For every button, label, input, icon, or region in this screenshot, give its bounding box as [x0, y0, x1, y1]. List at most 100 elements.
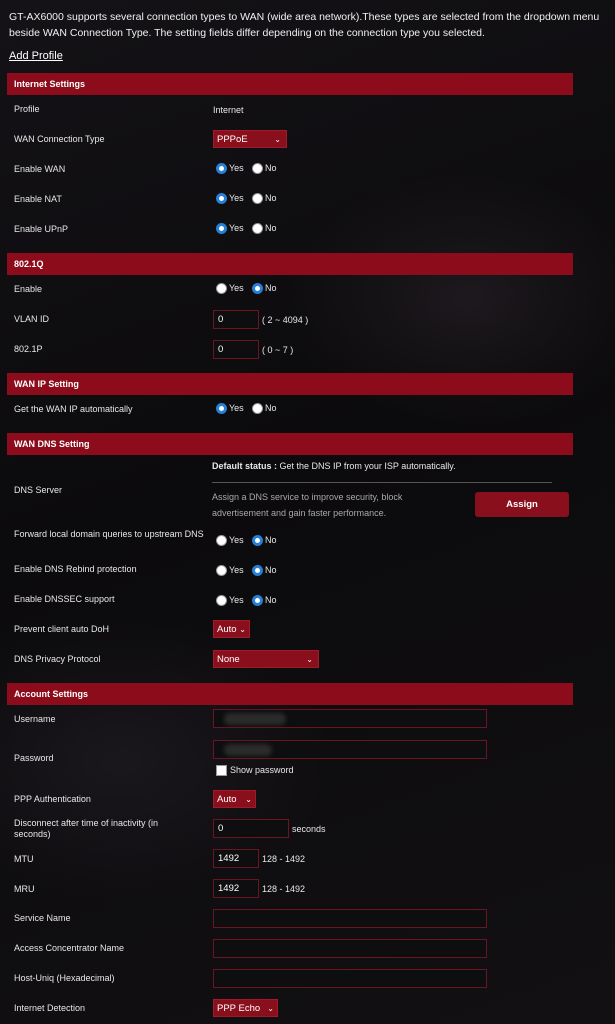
wan-ip-auto-no[interactable]: No	[252, 403, 277, 415]
mtu-hint: 128 - 1492	[262, 854, 306, 864]
radio-unselected-icon	[216, 535, 227, 547]
wan-type-value: PPPoE	[217, 134, 248, 145]
enable-nat-no[interactable]: No	[252, 193, 277, 205]
8021q-enable-no[interactable]: No	[252, 283, 277, 295]
wan-type-select[interactable]: PPPoE ⌄	[213, 130, 287, 148]
radio-unselected-icon	[216, 283, 227, 295]
access-concentrator-input[interactable]	[213, 939, 487, 958]
vlan-id-hint: ( 2 ~ 4094 )	[262, 315, 309, 325]
wan-ip-auto-yes[interactable]: Yes	[216, 403, 244, 415]
prevent-doh-value: Auto	[217, 624, 237, 635]
enable-upnp-no[interactable]: No	[252, 223, 277, 235]
idle-disconnect-label: Disconnect after time of inactivity (in …	[14, 818, 159, 839]
8021p-hint: ( 0 ~ 7 )	[262, 345, 294, 355]
radio-selected-icon	[216, 403, 227, 415]
enable-nat-label: Enable NAT	[14, 194, 62, 204]
radio-unselected-icon	[252, 403, 263, 415]
8021p-label: 802.1P	[14, 344, 43, 354]
chevron-down-icon: ⌄	[274, 135, 281, 144]
enable-upnp-label: Enable UPnP	[14, 224, 69, 234]
section-8021q: 802.1Q	[7, 253, 573, 275]
radio-unselected-icon	[216, 565, 227, 577]
dns-server-label: DNS Server	[14, 485, 63, 495]
dns-assign-description: Assign a DNS service to improve security…	[212, 492, 403, 518]
ppp-auth-select[interactable]: Auto ⌄	[213, 790, 256, 808]
divider	[212, 482, 552, 483]
radio-selected-icon	[252, 283, 263, 295]
mru-input[interactable]: 1492	[213, 879, 259, 898]
host-uniq-input[interactable]	[213, 969, 487, 988]
username-input[interactable]	[213, 709, 487, 728]
forward-local-domain-no[interactable]: No	[252, 535, 277, 547]
internet-detection-select[interactable]: PPP Echo ⌄	[213, 999, 278, 1017]
dns-privacy-value: None	[217, 654, 240, 665]
radio-selected-icon	[216, 193, 227, 205]
dnssec-label: Enable DNSSEC support	[14, 594, 115, 604]
radio-unselected-icon	[252, 193, 263, 205]
assign-button[interactable]: Assign	[475, 492, 569, 517]
ppp-auth-value: Auto	[217, 794, 237, 805]
section-account-settings: Account Settings	[7, 683, 573, 705]
dns-default-status: Default status : Get the DNS IP from you…	[212, 461, 456, 471]
access-concentrator-label: Access Concentrator Name	[14, 943, 125, 953]
enable-nat-yes[interactable]: Yes	[216, 193, 244, 205]
host-uniq-label: Host-Uniq (Hexadecimal)	[14, 973, 115, 983]
dnssec-yes[interactable]: Yes	[216, 595, 244, 607]
dns-privacy-label: DNS Privacy Protocol	[14, 654, 101, 664]
idle-disconnect-input[interactable]: 0	[213, 819, 289, 838]
wan-type-label: WAN Connection Type	[14, 134, 105, 144]
redacted-username	[224, 713, 286, 725]
profile-label: Profile	[14, 104, 40, 114]
username-label: Username	[14, 714, 56, 724]
section-internet-settings: Internet Settings	[7, 73, 573, 95]
radio-selected-icon	[216, 223, 227, 235]
enable-upnp-yes[interactable]: Yes	[216, 223, 244, 235]
idle-disconnect-unit: seconds	[292, 824, 326, 834]
password-label: Password	[14, 753, 54, 763]
prevent-doh-select[interactable]: Auto ⌄	[213, 620, 250, 638]
internet-detection-label: Internet Detection	[14, 1003, 86, 1013]
radio-unselected-icon	[252, 163, 263, 175]
dns-rebind-yes[interactable]: Yes	[216, 565, 244, 577]
mtu-input[interactable]: 1492	[213, 849, 259, 868]
service-name-label: Service Name	[14, 913, 71, 923]
vlan-id-label: VLAN ID	[14, 314, 50, 324]
add-profile-link[interactable]: Add Profile	[9, 50, 63, 62]
8021p-input[interactable]: 0	[213, 340, 259, 359]
chevron-down-icon: ⌄	[306, 655, 313, 664]
radio-selected-icon	[216, 163, 227, 175]
radio-unselected-icon	[252, 223, 263, 235]
mru-label: MRU	[14, 884, 35, 894]
mtu-label: MTU	[14, 854, 34, 864]
dnssec-no[interactable]: No	[252, 595, 277, 607]
enable-wan-no[interactable]: No	[252, 163, 277, 175]
radio-unselected-icon	[216, 595, 227, 607]
dns-rebind-no[interactable]: No	[252, 565, 277, 577]
forward-local-domain-label: Forward local domain queries to upstream…	[14, 529, 204, 539]
service-name-input[interactable]	[213, 909, 487, 928]
mru-hint: 128 - 1492	[262, 884, 306, 894]
intro-text: GT-AX6000 supports several connection ty…	[9, 11, 600, 39]
internet-detection-value: PPP Echo	[217, 1003, 261, 1014]
ppp-auth-label: PPP Authentication	[14, 794, 91, 804]
wan-ip-auto-label: Get the WAN IP automatically	[14, 404, 133, 414]
dns-privacy-select[interactable]: None ⌄	[213, 650, 319, 668]
radio-selected-icon	[252, 535, 263, 547]
chevron-down-icon: ⌄	[267, 1004, 274, 1013]
show-password-checkbox[interactable]: Show password	[216, 765, 294, 777]
forward-local-domain-yes[interactable]: Yes	[216, 535, 244, 547]
chevron-down-icon: ⌄	[245, 795, 252, 804]
dns-rebind-label: Enable DNS Rebind protection	[14, 564, 137, 574]
enable-wan-label: Enable WAN	[14, 164, 66, 174]
enable-wan-yes[interactable]: Yes	[216, 163, 244, 175]
8021q-enable-label: Enable	[14, 284, 43, 294]
password-input[interactable]	[213, 740, 487, 759]
8021q-enable-yes[interactable]: Yes	[216, 283, 244, 295]
chevron-down-icon: ⌄	[239, 625, 246, 634]
vlan-id-input[interactable]: 0	[213, 310, 259, 329]
redacted-password	[224, 744, 272, 756]
section-wan-ip: WAN IP Setting	[7, 373, 573, 395]
radio-selected-icon	[252, 565, 263, 577]
section-wan-dns: WAN DNS Setting	[7, 433, 573, 455]
prevent-doh-label: Prevent client auto DoH	[14, 624, 110, 634]
